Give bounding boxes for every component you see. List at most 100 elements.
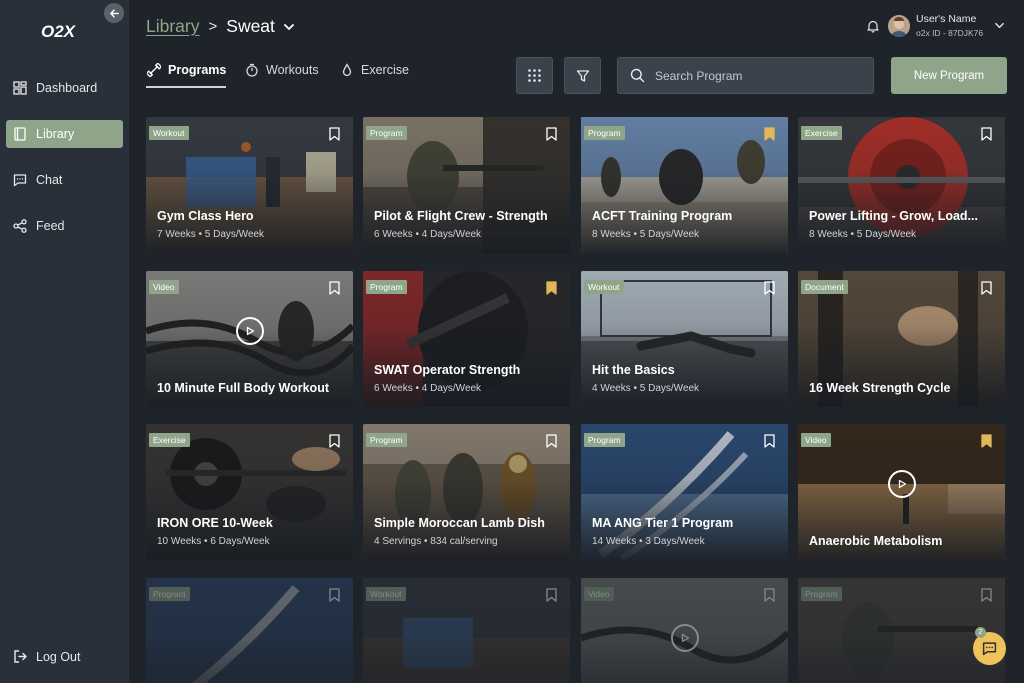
tab-workouts[interactable]: Workouts	[245, 63, 319, 77]
bookmark-icon[interactable]	[981, 588, 992, 602]
library-card[interactable]: Program SWAT Operator Strength 6 Weeks • 4…	[363, 271, 570, 407]
bookmark-icon[interactable]	[546, 127, 557, 141]
play-button[interactable]	[236, 317, 264, 345]
active-tab-indicator	[146, 86, 226, 88]
bookmark-icon[interactable]	[981, 127, 992, 141]
bookmark-icon[interactable]	[329, 434, 340, 448]
card-title: Power Lifting - Grow, Load...	[809, 209, 978, 223]
card-type-badge: Program	[366, 280, 407, 294]
breadcrumb-current[interactable]: Sweat	[226, 16, 275, 37]
new-program-button[interactable]: New Program	[891, 57, 1007, 94]
library-card[interactable]: Exercise Power Lifting - Grow, Load... 8 W…	[798, 117, 1005, 253]
card-title: MA ANG Tier 1 Program	[592, 516, 734, 530]
sidebar-item-label: Feed	[36, 219, 65, 233]
card-title: 10 Minute Full Body Workout	[157, 381, 329, 395]
card-meta: 8 Weeks • 5 Days/Week	[809, 229, 917, 240]
library-grid: Workout Gym Class Hero 7 Weeks • 5 Days/We…	[146, 117, 1008, 683]
card-title: Hit the Basics	[592, 363, 675, 377]
bookmark-icon[interactable]	[329, 281, 340, 295]
book-icon	[14, 127, 26, 141]
card-type-badge: Program	[584, 433, 625, 447]
bookmark-icon[interactable]	[764, 434, 775, 448]
bookmark-icon[interactable]	[764, 588, 775, 602]
sidebar-item-dashboard[interactable]: Dashboard	[6, 74, 123, 102]
library-card[interactable]: Program MA ANG Tier 1 Program 14 Weeks • 3…	[581, 424, 788, 560]
library-card[interactable]: Video 10 Minute Full Body Workout	[146, 271, 353, 407]
card-type-badge: Workout	[149, 126, 189, 140]
library-card[interactable]: Workout Gym Class Hero 7 Weeks • 5 Days/We…	[146, 117, 353, 253]
card-title: SWAT Operator Strength	[374, 363, 521, 377]
grid-view-button[interactable]	[516, 57, 553, 94]
card-type-badge: Video	[149, 280, 179, 294]
grid-icon	[13, 81, 27, 95]
chat-icon	[13, 174, 27, 187]
user-name[interactable]: User's Name	[916, 13, 976, 25]
card-type-badge: Exercise	[801, 126, 842, 140]
bookmark-icon[interactable]	[329, 127, 340, 141]
dumbbell-icon	[147, 63, 161, 77]
stopwatch-icon	[246, 63, 258, 77]
chevron-down-icon[interactable]	[994, 20, 1005, 31]
bookmark-icon[interactable]	[329, 588, 340, 602]
card-type-badge: Program	[366, 433, 407, 447]
drop-icon	[342, 63, 352, 77]
library-card[interactable]: Workout Hit the Basics 4 Weeks • 5 Days/We…	[581, 271, 788, 407]
tab-label: Programs	[168, 63, 227, 77]
bookmark-icon[interactable]	[981, 281, 992, 295]
library-card[interactable]: Document 16 Week Strength Cycle	[798, 271, 1005, 407]
library-card[interactable]: Program	[798, 578, 1005, 683]
avatar[interactable]	[888, 15, 910, 37]
svg-text:O2X: O2X	[41, 22, 77, 41]
library-card[interactable]: Program	[146, 578, 353, 683]
card-type-badge: Exercise	[149, 433, 190, 447]
card-title: ACFT Training Program	[592, 209, 733, 223]
card-meta: 14 Weeks • 3 Days/Week	[592, 536, 705, 547]
collapse-sidebar-button[interactable]	[104, 3, 124, 23]
play-button[interactable]	[888, 470, 916, 498]
library-card[interactable]: Program ACFT Training Program 8 Weeks • 5 …	[581, 117, 788, 253]
card-meta: 6 Weeks • 4 Days/Week	[374, 383, 482, 394]
play-button[interactable]	[671, 624, 699, 652]
breadcrumb-library-link[interactable]: Library	[146, 16, 200, 37]
bookmark-icon[interactable]	[764, 127, 775, 141]
sidebar-item-chat[interactable]: Chat	[6, 166, 123, 194]
library-card[interactable]: Video Anaerobic Metabolism	[798, 424, 1005, 560]
bookmark-icon[interactable]	[546, 434, 557, 448]
bookmark-icon[interactable]	[546, 281, 557, 295]
library-card[interactable]: Program Simple Moroccan Lamb Dish 4 Servin…	[363, 424, 570, 560]
sidebar-item-library[interactable]: Library	[6, 120, 123, 148]
card-type-badge: Workout	[584, 280, 624, 294]
chat-icon	[982, 642, 997, 656]
library-card[interactable]: Exercise IRON ORE 10-Week 10 Weeks • 6 Day…	[146, 424, 353, 560]
card-title: Gym Class Hero	[157, 209, 254, 223]
tab-label: Exercise	[361, 63, 409, 77]
card-meta: 8 Weeks • 5 Days/Week	[592, 229, 700, 240]
card-meta: 10 Weeks • 6 Days/Week	[157, 536, 270, 547]
card-title: Simple Moroccan Lamb Dish	[374, 516, 545, 530]
card-title: IRON ORE 10-Week	[157, 516, 273, 530]
sidebar-item-label: Dashboard	[36, 81, 98, 95]
play-icon	[246, 326, 255, 336]
sidebar-item-label: Library	[36, 127, 75, 141]
bookmark-icon[interactable]	[764, 281, 775, 295]
library-card[interactable]: Program Pilot & Flight Crew - Strength 6 W…	[363, 117, 570, 253]
tab-exercise[interactable]: Exercise	[340, 63, 409, 77]
filter-button[interactable]	[564, 57, 601, 94]
library-card[interactable]: Video	[581, 578, 788, 683]
library-card[interactable]: Workout	[363, 578, 570, 683]
o2x-logo[interactable]: O2X	[40, 20, 88, 42]
card-type-badge: Document	[801, 280, 848, 294]
sidebar-item-feed[interactable]: Feed	[6, 212, 123, 240]
bookmark-icon[interactable]	[546, 588, 557, 602]
bookmark-icon[interactable]	[981, 434, 992, 448]
breadcrumb: Library > Sweat	[146, 16, 295, 37]
play-icon	[898, 479, 907, 489]
card-type-badge: Workout	[366, 587, 406, 601]
chevron-down-icon[interactable]	[283, 21, 295, 33]
search-input[interactable]	[655, 68, 855, 83]
logout-button[interactable]: Log Out	[13, 649, 80, 664]
tab-programs[interactable]: Programs	[147, 63, 226, 77]
card-title: 16 Week Strength Cycle	[809, 381, 951, 395]
bell-icon[interactable]	[866, 19, 880, 33]
sidebar-item-label: Chat	[36, 173, 63, 187]
